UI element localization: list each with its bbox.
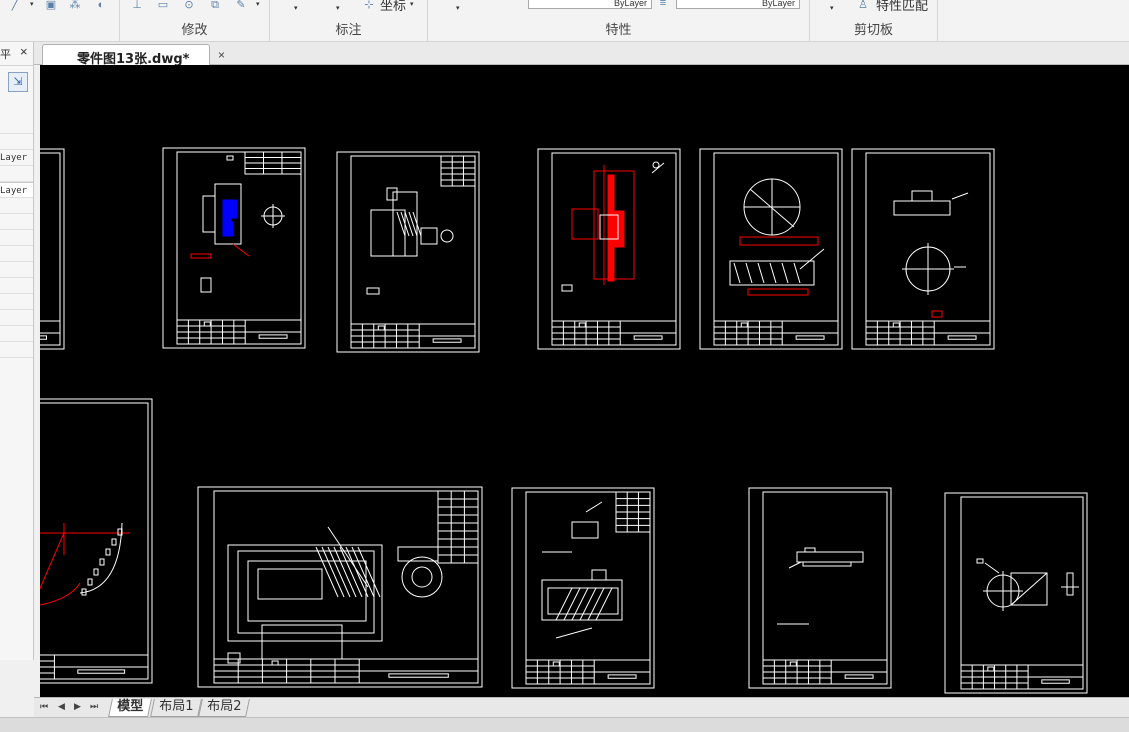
palette-row[interactable] [0, 214, 33, 230]
move-tool-icon[interactable]: ▣ [44, 0, 58, 11]
ribbon-group-modify: ⊥ ▭ ⊙ ⧉ ✎ ▾ 修改 [120, 0, 270, 42]
match-properties-icon[interactable]: ♙ [856, 0, 870, 11]
note-tool-icon[interactable]: ✎ [234, 0, 248, 11]
chevron-down-icon[interactable]: ▾ [336, 4, 340, 12]
layout-tab-bar: ⏮ ◀ ▶ ⏭ 模型 布局1 布局2 [34, 697, 1129, 717]
circle-tool-icon[interactable]: ⊙ [182, 0, 196, 11]
line-tool-icon[interactable]: ╱ [8, 0, 22, 11]
palette-row[interactable] [0, 326, 33, 342]
chevron-down-icon[interactable]: ▾ [830, 4, 834, 12]
prev-layout-icon[interactable]: ◀ [58, 701, 65, 712]
palette-row[interactable]: Layer [0, 150, 33, 166]
tab-model[interactable]: 模型 [108, 699, 152, 717]
palette-rows: Layer Layer [0, 118, 33, 358]
palette-row[interactable] [0, 278, 33, 294]
palette-row[interactable] [0, 230, 33, 246]
document-tab-bar: 零件图13张.dwg* × [34, 42, 1129, 67]
palette-row[interactable] [0, 294, 33, 310]
palette-header: 平 × [0, 42, 33, 66]
tab-layout2-label: 布局2 [207, 699, 242, 714]
ribbon: ╱ ▾ ▣ ⁂ ◐ ⊥ ▭ ⊙ ⧉ ✎ ▾ 修改 ▾ ▾ ⊹ 坐标 ▾ 标注 ▾… [0, 0, 1129, 42]
ribbon-group-properties: ▾ – ByLayer ≡ ByLayer 特性 [428, 0, 810, 42]
palette-row[interactable] [0, 118, 33, 134]
lineweight-icon: ≡ [659, 0, 667, 9]
ribbon-group-clipboard-label: 剪切板 [853, 23, 893, 38]
tab-layout1-label: 布局1 [159, 699, 194, 714]
properties-palette: 平 × ⇲ Layer Layer [0, 42, 34, 660]
quick-select-icon[interactable]: ⇲ [8, 72, 28, 92]
doc-tool-icon[interactable]: ▭ [156, 0, 170, 11]
link-tool-icon[interactable]: ⧉ [208, 0, 222, 11]
palette-row[interactable] [0, 310, 33, 326]
palette-close-icon[interactable]: × [20, 44, 28, 59]
linetype-select[interactable]: ByLayer [528, 0, 652, 9]
chevron-down-icon[interactable]: ▾ [30, 0, 34, 8]
edit-tool-icon[interactable]: ◐ [94, 0, 108, 11]
ribbon-group-clipboard: ▾ ♙ 特性匹配 剪切板 [810, 0, 938, 42]
palette-row[interactable] [0, 166, 33, 182]
ribbon-group-modify-label: 修改 [181, 23, 208, 38]
array-tool-icon[interactable]: ⁂ [68, 0, 82, 11]
palette-row[interactable] [0, 198, 33, 214]
chevron-down-icon[interactable]: ▾ [410, 0, 414, 8]
first-layout-icon[interactable]: ⏮ [40, 701, 48, 712]
lineweight-dash: – [500, 0, 507, 7]
ribbon-group-dimension-label: 标注 [335, 23, 362, 38]
coordinate-icon[interactable]: ⊹ [362, 0, 376, 11]
print-tool-icon[interactable]: ⊥ [130, 0, 144, 11]
palette-row[interactable] [0, 134, 33, 150]
palette-row[interactable]: Layer [0, 182, 33, 198]
document-tab[interactable]: 零件图13张.dwg* × [42, 44, 225, 67]
tab-model-label: 模型 [117, 699, 144, 714]
coordinate-label[interactable]: 坐标 [380, 0, 406, 14]
tab-layout1[interactable]: 布局1 [150, 699, 203, 717]
pin-icon[interactable]: 平 [0, 46, 11, 62]
palette-row[interactable] [0, 342, 33, 358]
tab-layout2[interactable]: 布局2 [198, 699, 251, 717]
ribbon-group-dimension: ▾ ▾ ⊹ 坐标 ▾ 标注 [270, 0, 428, 42]
ribbon-group-properties-label: 特性 [605, 23, 632, 38]
last-layout-icon[interactable]: ⏭ [90, 701, 98, 712]
lineweight-select[interactable]: ByLayer [676, 0, 800, 9]
chevron-down-icon[interactable]: ▾ [256, 0, 260, 8]
status-bar [0, 717, 1129, 732]
next-layout-icon[interactable]: ▶ [74, 701, 81, 712]
drawing-canvas[interactable] [40, 65, 1129, 697]
ribbon-group-draw: ╱ ▾ ▣ ⁂ ◐ [0, 0, 120, 42]
palette-row[interactable] [0, 246, 33, 262]
chevron-down-icon[interactable]: ▾ [456, 4, 460, 12]
match-properties-label[interactable]: 特性匹配 [876, 0, 928, 14]
close-icon[interactable]: × [218, 48, 225, 62]
model-space-drawing[interactable] [40, 65, 1129, 697]
palette-row[interactable] [0, 262, 33, 278]
chevron-down-icon[interactable]: ▾ [294, 4, 298, 12]
